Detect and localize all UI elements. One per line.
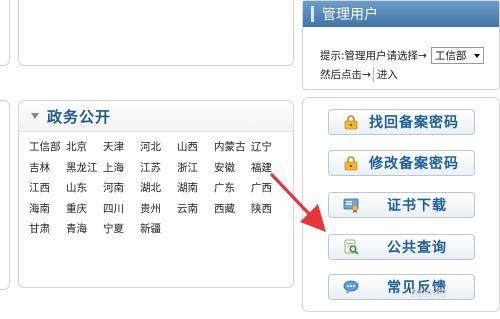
- province-link[interactable]: 广西: [251, 178, 288, 199]
- admin-department-select[interactable]: 工信部: [430, 47, 485, 64]
- change-password-button[interactable]: 修改备案密码: [328, 150, 475, 176]
- public-query-label: 公共查询: [387, 240, 447, 256]
- province-link[interactable]: 内蒙古: [214, 137, 251, 158]
- province-link[interactable]: 新疆: [140, 219, 177, 240]
- admin-click-prompt: 然后点击→: [320, 69, 371, 81]
- top-center-panel: [18, 0, 294, 66]
- province-link[interactable]: 海南: [29, 199, 66, 220]
- common-feedback-button[interactable]: 常见反馈: [328, 274, 475, 300]
- header-accent-bar: [311, 6, 314, 22]
- province-link[interactable]: 青海: [66, 219, 103, 240]
- province-link[interactable]: 云南: [177, 199, 214, 220]
- province-link[interactable]: 辽宁: [251, 137, 288, 158]
- admin-enter-row: 然后点击→ 进入: [320, 67, 401, 82]
- province-link[interactable]: 福建: [251, 158, 288, 179]
- province-link[interactable]: 河南: [103, 178, 140, 199]
- province-link[interactable]: 贵州: [140, 199, 177, 220]
- province-link[interactable]: 西藏: [214, 199, 251, 220]
- retrieve-password-button[interactable]: 找回备案密码: [328, 109, 475, 135]
- province-link[interactable]: 浙江: [177, 158, 214, 179]
- province-link[interactable]: 宁夏: [103, 219, 140, 240]
- enter-button[interactable]: 进入: [372, 67, 401, 82]
- admin-select-row: 提示:管理用户请选择→ 工信部: [320, 47, 485, 64]
- admin-user-title: 管理用户: [322, 7, 378, 23]
- province-link[interactable]: 江西: [29, 178, 66, 199]
- province-link[interactable]: 天津: [103, 137, 140, 158]
- gov-disclosure-panel: 政务公开 工信部 北京 天津 河北 山西 内蒙古 辽宁吉林 黑龙江 上海 江苏 浙江 安徽 福建江西 山东…: [18, 100, 294, 288]
- retrieve-password-label: 找回备案密码: [369, 115, 459, 131]
- lock-icon: [344, 156, 358, 171]
- collapse-triangle-icon[interactable]: [31, 113, 39, 119]
- admin-user-panel: 管理用户 提示:管理用户请选择→ 工信部 然后点击→ 进入: [302, 0, 500, 90]
- province-link[interactable]: 吉林: [29, 158, 66, 179]
- bottom-left-panel-edge: [0, 100, 10, 290]
- certificate-download-button[interactable]: 证书下载: [328, 192, 475, 218]
- top-left-panel-edge: [0, 0, 10, 66]
- certificate-download-label: 证书下载: [387, 198, 447, 214]
- lock-icon: [344, 115, 358, 130]
- province-link[interactable]: 工信部: [29, 137, 66, 158]
- province-link[interactable]: 重庆: [66, 199, 103, 220]
- province-link[interactable]: 湖北: [140, 178, 177, 199]
- admin-select-prompt: 提示:管理用户请选择→: [320, 50, 427, 62]
- province-link[interactable]: 江苏: [140, 158, 177, 179]
- province-link[interactable]: 湖南: [177, 178, 214, 199]
- chevron-down-icon: [474, 53, 481, 58]
- gov-disclosure-header: 政务公开: [19, 101, 293, 132]
- province-link[interactable]: 陕西: [251, 199, 288, 220]
- province-link[interactable]: 北京: [66, 137, 103, 158]
- province-link[interactable]: 黑龙江: [66, 158, 103, 179]
- gov-disclosure-title: 政务公开: [47, 107, 112, 126]
- province-link[interactable]: 四川: [103, 199, 140, 220]
- province-link[interactable]: 甘肃: [29, 219, 66, 240]
- admin-select-value: 工信部: [434, 50, 467, 62]
- watermark-text: Bai经验: [410, 288, 446, 299]
- feedback-icon: [343, 280, 359, 294]
- admin-user-header: 管理用户: [303, 1, 499, 27]
- query-icon: [344, 239, 359, 255]
- province-link[interactable]: 广东: [214, 178, 251, 199]
- public-query-button[interactable]: 公共查询: [328, 234, 475, 260]
- province-link[interactable]: 山东: [66, 178, 103, 199]
- province-link[interactable]: 山西: [177, 137, 214, 158]
- province-link[interactable]: 安徽: [214, 158, 251, 179]
- province-link[interactable]: 上海: [103, 158, 140, 179]
- province-link[interactable]: 河北: [140, 137, 177, 158]
- certificate-icon: [343, 198, 359, 213]
- province-link-grid: 工信部 北京 天津 河北 山西 内蒙古 辽宁吉林 黑龙江 上海 江苏 浙江 安徽 福建江西 山东 河南 湖北湖…: [29, 137, 288, 240]
- change-password-label: 修改备案密码: [369, 156, 459, 172]
